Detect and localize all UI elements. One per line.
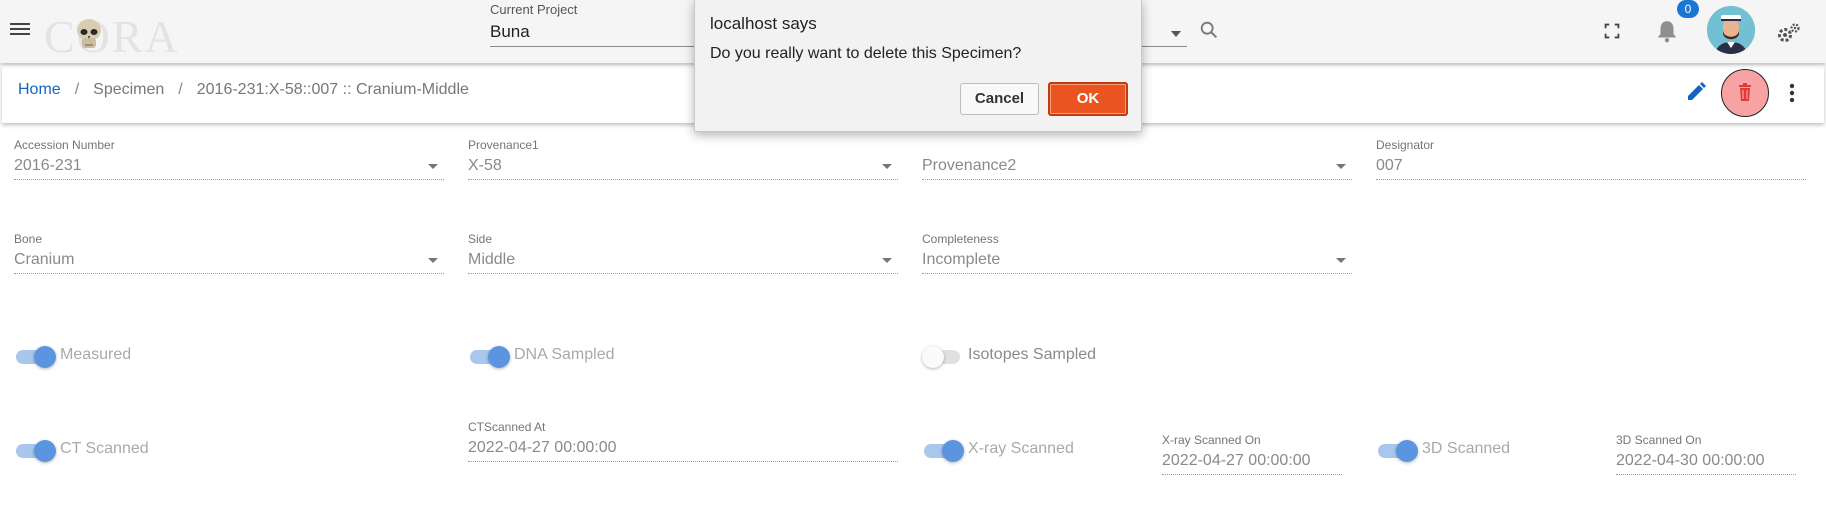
more-vert-icon[interactable]: [1788, 81, 1796, 105]
chevron-down-icon: [428, 258, 438, 263]
chevron-down-icon: [882, 164, 892, 169]
ct-scanned-at-field[interactable]: CTScanned At 2022-04-27 00:00:00: [468, 420, 898, 462]
xray-scanned-on-field[interactable]: X-ray Scanned On 2022-04-27 00:00:00: [1162, 433, 1342, 475]
chevron-down-icon: [1171, 31, 1181, 37]
bell-icon[interactable]: [1654, 18, 1680, 44]
accession-number-field[interactable]: Accession Number 2016-231: [14, 138, 444, 180]
measured-toggle[interactable]: Measured: [14, 344, 194, 368]
ct-scanned-toggle[interactable]: CT Scanned: [14, 438, 194, 462]
provenance2-field[interactable]: Provenance2: [922, 138, 1352, 180]
settings-icon[interactable]: [1776, 21, 1802, 45]
breadcrumb-home-link[interactable]: Home: [18, 81, 61, 98]
chevron-down-icon: [1336, 164, 1346, 169]
bone-field[interactable]: Bone Cranium: [14, 232, 444, 274]
logo: CORA: [44, 11, 180, 62]
dialog-message: Do you really want to delete this Specim…: [710, 45, 1022, 62]
xray-scanned-toggle[interactable]: X-ray Scanned: [922, 438, 1122, 462]
designator-field[interactable]: Designator 007: [1376, 138, 1806, 180]
notification-count-badge: 0: [1677, 0, 1699, 18]
dialog-title: localhost says: [710, 14, 817, 33]
confirm-dialog: localhost says Do you really want to del…: [694, 0, 1142, 132]
search-icon[interactable]: [1198, 19, 1220, 41]
isotopes-sampled-toggle[interactable]: Isotopes Sampled: [922, 344, 1142, 368]
delete-button[interactable]: [1721, 69, 1769, 117]
chevron-down-icon: [428, 164, 438, 169]
breadcrumb-specimen[interactable]: Specimen: [93, 81, 164, 98]
breadcrumb-current: 2016-231:X-58::007 :: Cranium-Middle: [196, 81, 469, 98]
ok-button[interactable]: OK: [1048, 82, 1128, 116]
skull-icon: [77, 19, 101, 48]
cancel-button[interactable]: Cancel: [960, 83, 1039, 115]
provenance1-field[interactable]: Provenance1 X-58: [468, 138, 898, 180]
chevron-down-icon: [882, 258, 892, 263]
fullscreen-icon[interactable]: [1601, 20, 1623, 42]
avatar[interactable]: [1707, 6, 1755, 54]
trash-icon: [1739, 83, 1751, 101]
completeness-field[interactable]: Completeness Incomplete: [922, 232, 1352, 274]
3d-scanned-on-field[interactable]: 3D Scanned On 2022-04-30 00:00:00: [1616, 433, 1796, 475]
dna-sampled-toggle[interactable]: DNA Sampled: [468, 344, 668, 368]
breadcrumb: Home / Specimen/2016-231:X-58::007 :: Cran…: [18, 81, 469, 98]
avatar-icon: [1707, 6, 1755, 54]
side-field[interactable]: Side Middle: [468, 232, 898, 274]
menu-icon[interactable]: [10, 20, 32, 42]
3d-scanned-toggle[interactable]: 3D Scanned: [1376, 438, 1556, 462]
chevron-down-icon: [1336, 258, 1346, 263]
edit-icon[interactable]: [1684, 80, 1708, 104]
